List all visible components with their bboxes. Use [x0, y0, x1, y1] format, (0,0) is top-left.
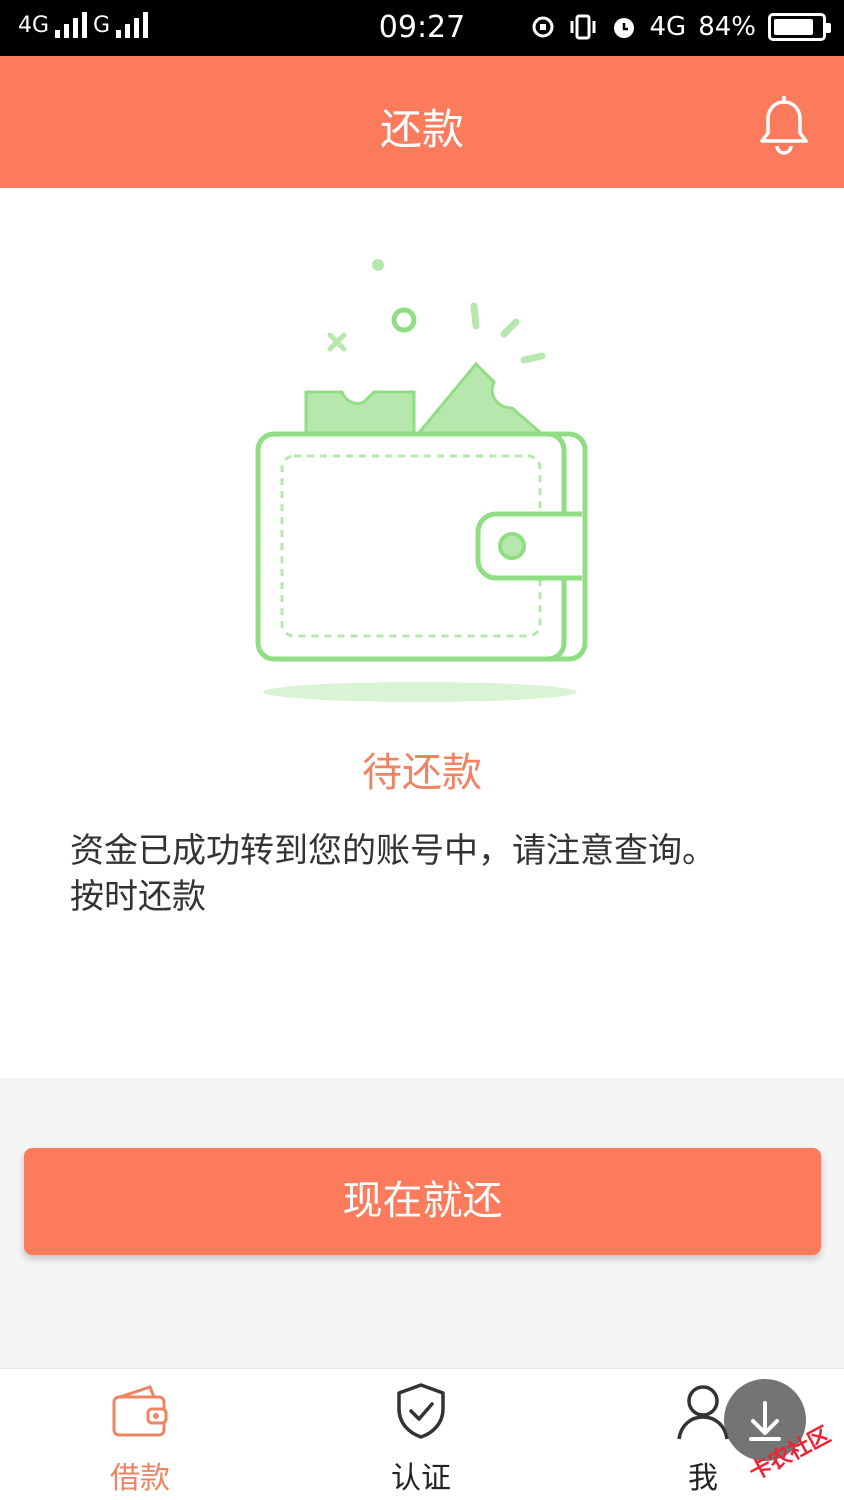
battery-icon — [768, 13, 831, 41]
tab-verify-label: 认证 — [391, 1461, 451, 1496]
status-description: 资金已成功转到您的账号中，请注意查询。按时还款 — [70, 831, 716, 917]
bottom-tab-bar: 借款 认证 我 — [0, 1368, 844, 1500]
vibrate-icon — [570, 14, 595, 40]
tab-loan-label: 借款 — [110, 1461, 170, 1496]
repayment-panel: 待还款 资金已成功转到您的账号中，请注意查询。按时还款 — [0, 188, 844, 1078]
repay-now-button[interactable]: 现在就还 — [24, 1148, 821, 1255]
rotation-lock-icon — [532, 16, 553, 38]
wallet-icon — [112, 1385, 168, 1437]
battery-fill — [774, 19, 813, 35]
repayment-status: 待还款 — [362, 750, 482, 796]
status-bar: 4G G 09:27 4G 84% — [0, 0, 844, 56]
network-type-3: 4G — [649, 12, 687, 42]
app-header: 还款 — [0, 56, 844, 188]
tab-loan[interactable]: 借款 — [40, 1369, 240, 1500]
status-icons: 4G 84% — [530, 12, 831, 42]
shield-check-icon — [397, 1383, 445, 1439]
wallet-illustration — [255, 259, 588, 702]
bell-icon[interactable] — [756, 96, 812, 158]
tab-verify[interactable]: 认证 — [321, 1369, 521, 1500]
alarm-icon — [613, 18, 634, 38]
page-title: 还款 — [379, 105, 464, 154]
battery-percent: 84% — [698, 12, 756, 42]
